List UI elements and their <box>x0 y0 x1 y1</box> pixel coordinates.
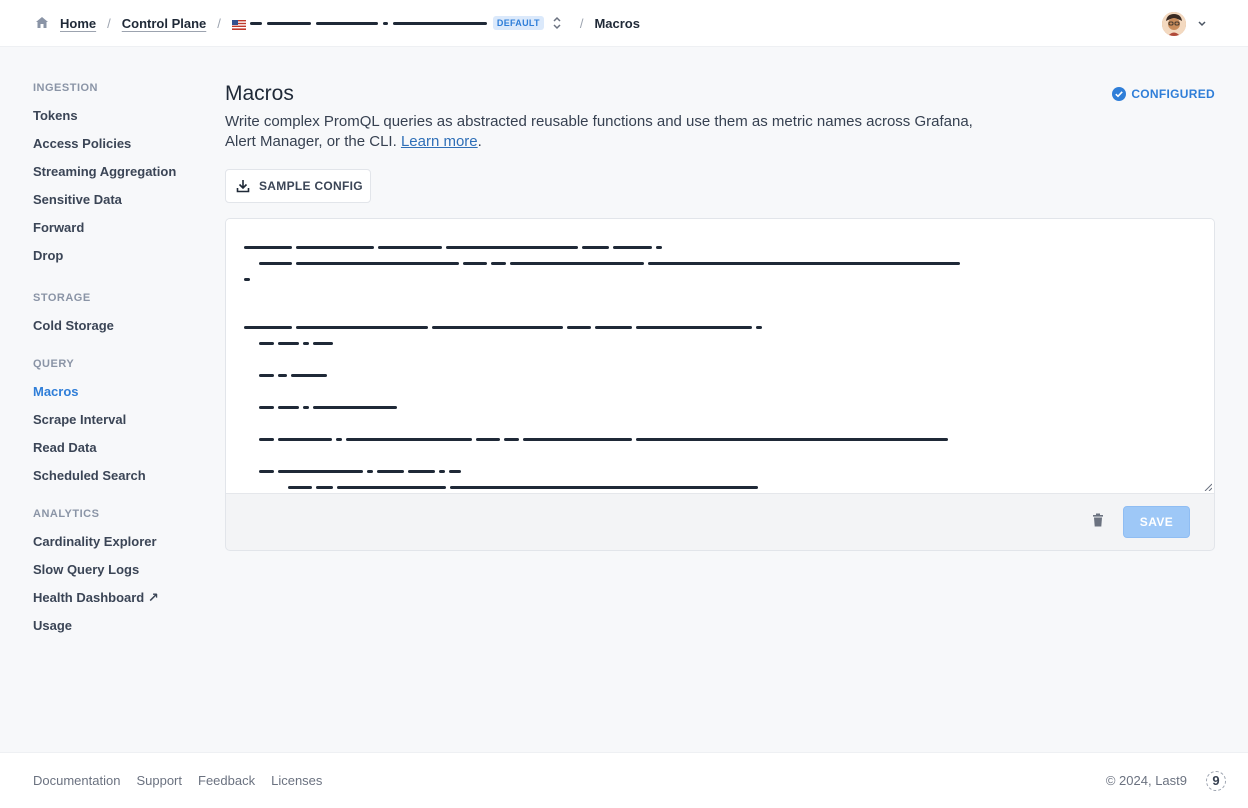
breadcrumb-separator: / <box>107 15 111 31</box>
code-line <box>288 486 762 489</box>
section-title: STORAGE <box>33 292 91 304</box>
redacted-text <box>266 21 311 25</box>
section-title: QUERY <box>33 358 75 370</box>
footer-link-documentation[interactable]: Documentation <box>33 773 120 788</box>
footer-link-feedback[interactable]: Feedback <box>198 773 255 788</box>
code-line <box>244 326 766 329</box>
code-line <box>259 406 401 409</box>
code-line <box>259 374 331 377</box>
sidebar-item-slow-query-logs[interactable]: Slow Query Logs <box>33 556 203 584</box>
redacted-text <box>249 21 262 25</box>
chevron-down-icon[interactable] <box>1196 19 1208 29</box>
resize-handle-icon[interactable] <box>1204 483 1212 491</box>
sidebar-item-usage[interactable]: Usage <box>33 612 203 640</box>
learn-more-link[interactable]: Learn more <box>401 133 478 150</box>
home-icon[interactable] <box>34 15 50 31</box>
sidebar-item-cold-storage[interactable]: Cold Storage <box>33 312 203 340</box>
sidebar-item-health-dashboard[interactable]: Health Dashboard ↗ <box>33 584 203 612</box>
sidebar-section-query: QUERY Macros Scrape Interval Read Data S… <box>33 356 203 490</box>
code-line <box>244 246 666 249</box>
sample-config-button[interactable]: SAMPLE CONFIG <box>225 169 371 203</box>
footer-link-licenses[interactable]: Licenses <box>271 773 322 788</box>
sidebar-item-sensitive-data[interactable]: Sensitive Data <box>33 186 203 214</box>
sidebar-item-drop[interactable]: Drop <box>33 242 203 270</box>
footer: Documentation Support Feedback Licenses … <box>0 752 1248 808</box>
status-badge: CONFIGURED <box>1112 87 1215 101</box>
main-content: Macros CONFIGURED Write complex PromQL q… <box>225 80 1215 551</box>
env-default-badge: DEFAULT <box>492 16 544 30</box>
code-line <box>259 262 964 265</box>
sidebar-item-tokens[interactable]: Tokens <box>33 102 203 130</box>
download-icon <box>236 180 250 193</box>
check-circle-icon <box>1112 87 1127 101</box>
page-title: Macros <box>225 82 294 105</box>
macros-editor-card: SAVE <box>225 218 1215 551</box>
sidebar-section-ingestion: INGESTION Tokens Access Policies Streami… <box>33 80 203 270</box>
description-text: Write complex PromQL queries as abstract… <box>225 113 973 150</box>
code-line <box>244 278 254 281</box>
sidebar-item-scrape-interval[interactable]: Scrape Interval <box>33 406 203 434</box>
sidebar-item-macros[interactable]: Macros <box>33 378 203 406</box>
status-label: CONFIGURED <box>1131 87 1215 101</box>
sidebar-item-cardinality-explorer[interactable]: Cardinality Explorer <box>33 528 203 556</box>
sidebar-section-analytics: ANALYTICS Cardinality Explorer Slow Quer… <box>33 506 203 640</box>
breadcrumb-control-plane[interactable]: Control Plane <box>122 16 207 31</box>
sidebar-item-streaming-aggregation[interactable]: Streaming Aggregation <box>33 158 203 186</box>
breadcrumb-separator: / <box>217 15 221 31</box>
redacted-text <box>315 21 378 25</box>
redacted-text <box>382 21 388 25</box>
description-period: . <box>477 133 482 150</box>
section-title: INGESTION <box>33 82 99 94</box>
last9-logo: 9 <box>1206 770 1226 791</box>
trash-icon[interactable] <box>1092 513 1104 527</box>
breadcrumb-separator: / <box>579 15 584 31</box>
breadcrumb-home[interactable]: Home <box>60 16 96 31</box>
redacted-text <box>392 21 487 25</box>
up-down-icon[interactable] <box>552 16 562 30</box>
macros-code-editor[interactable] <box>226 219 1214 494</box>
section-title: ANALYTICS <box>33 508 100 520</box>
sidebar-item-read-data[interactable]: Read Data <box>33 434 203 462</box>
code-line <box>259 438 952 441</box>
breadcrumb: Home / Control Plane / DEFAULT / Macros <box>34 15 640 31</box>
env-selector[interactable]: DEFAULT <box>249 16 562 30</box>
code-line <box>259 470 465 473</box>
breadcrumb-current: Macros <box>594 15 640 31</box>
save-button[interactable]: SAVE <box>1123 506 1190 538</box>
footer-link-support[interactable]: Support <box>136 773 182 788</box>
sidebar-item-forward[interactable]: Forward <box>33 214 203 242</box>
avatar[interactable] <box>1162 12 1186 36</box>
us-flag-icon <box>231 18 246 30</box>
page-description: Write complex PromQL queries as abstract… <box>225 112 985 152</box>
sidebar-item-access-policies[interactable]: Access Policies <box>33 130 203 158</box>
sidebar-item-scheduled-search[interactable]: Scheduled Search <box>33 462 203 490</box>
sidebar: INGESTION Tokens Access Policies Streami… <box>33 80 203 640</box>
sample-config-label: SAMPLE CONFIG <box>259 179 363 193</box>
title-row: Macros CONFIGURED <box>225 80 1215 108</box>
code-line <box>259 342 337 345</box>
sidebar-section-storage: STORAGE Cold Storage <box>33 290 203 340</box>
top-bar: Home / Control Plane / DEFAULT / Macros <box>0 0 1248 47</box>
copyright: © 2024, Last9 <box>1105 773 1187 788</box>
